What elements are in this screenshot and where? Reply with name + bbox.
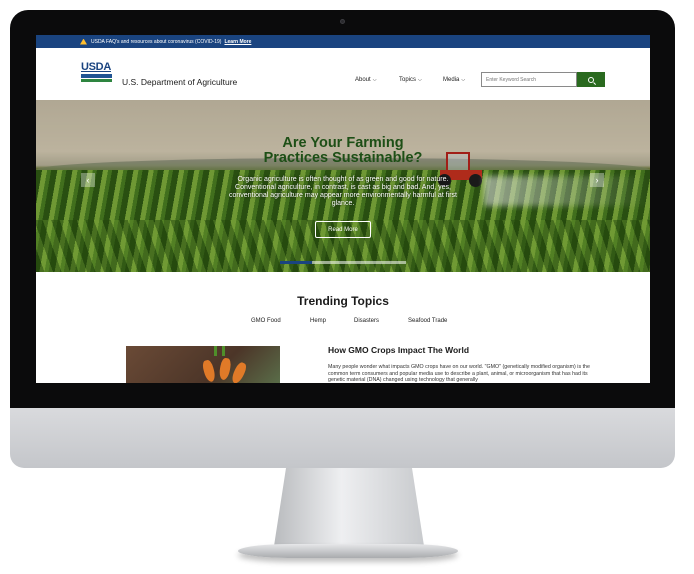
search-icon	[588, 76, 594, 83]
monitor-base	[238, 544, 458, 558]
nav-about-label: About	[355, 77, 371, 83]
camera-icon	[340, 19, 345, 24]
browser-screen: USDA FAQ's and resources about coronavir…	[36, 35, 650, 383]
carousel-indicators	[280, 261, 406, 264]
nav-media[interactable]: Media ⌵	[443, 77, 465, 83]
topic-gmo-food[interactable]: GMO Food	[251, 318, 281, 324]
logo-green-swoosh	[81, 79, 112, 82]
chevron-down-icon: ⌵	[418, 77, 422, 83]
monitor-chin	[10, 408, 675, 468]
search-button[interactable]	[577, 72, 605, 87]
carousel-next-icon[interactable]: ›	[590, 173, 604, 187]
topic-hemp[interactable]: Hemp	[310, 318, 326, 324]
learn-more-link[interactable]: Learn More	[224, 39, 251, 45]
read-more-button[interactable]: Read More	[315, 221, 371, 238]
search-input[interactable]	[481, 72, 577, 87]
logo-blue-swoosh	[81, 74, 112, 78]
carousel-indicator[interactable]	[343, 261, 375, 264]
warning-icon	[80, 38, 87, 45]
chevron-down-icon: ⌵	[461, 77, 466, 83]
hero-carousel: Are Your Farming Practices Sustainable? …	[36, 100, 650, 272]
nav-media-label: Media	[443, 77, 460, 83]
topic-seafood-trade[interactable]: Seafood Trade	[408, 318, 447, 324]
site-header: USDA U.S. Department of Agriculture Abou…	[36, 48, 650, 100]
logo-text: USDA	[81, 61, 111, 73]
hero-description: Organic agriculture is often thought of …	[229, 176, 457, 207]
carousel-indicator[interactable]	[311, 261, 343, 264]
carousel-indicator[interactable]	[374, 261, 406, 264]
usda-logo[interactable]: USDA	[81, 61, 112, 82]
carousel-prev-icon[interactable]: ‹	[81, 173, 95, 187]
agency-name[interactable]: U.S. Department of Agriculture	[122, 77, 237, 87]
topic-disasters[interactable]: Disasters	[354, 318, 379, 324]
monitor-stand	[274, 468, 424, 546]
article-body: Many people wonder what impacts GMO crop…	[328, 364, 590, 383]
hero-title: Are Your Farming Practices Sustainable?	[263, 135, 423, 166]
trending-topics-title: Trending Topics	[297, 294, 389, 308]
nav-topics-label: Topics	[399, 77, 417, 83]
covid-alert-banner: USDA FAQ's and resources about coronavir…	[36, 35, 650, 48]
article-title[interactable]: How GMO Crops Impact The World	[328, 345, 469, 355]
nav-topics[interactable]: Topics ⌵	[399, 77, 422, 83]
nav-about[interactable]: About ⌵	[355, 77, 376, 83]
article-image[interactable]	[126, 346, 280, 383]
carousel-indicator[interactable]	[280, 261, 312, 264]
chevron-down-icon: ⌵	[372, 77, 377, 83]
alert-message: USDA FAQ's and resources about coronavir…	[91, 38, 222, 45]
